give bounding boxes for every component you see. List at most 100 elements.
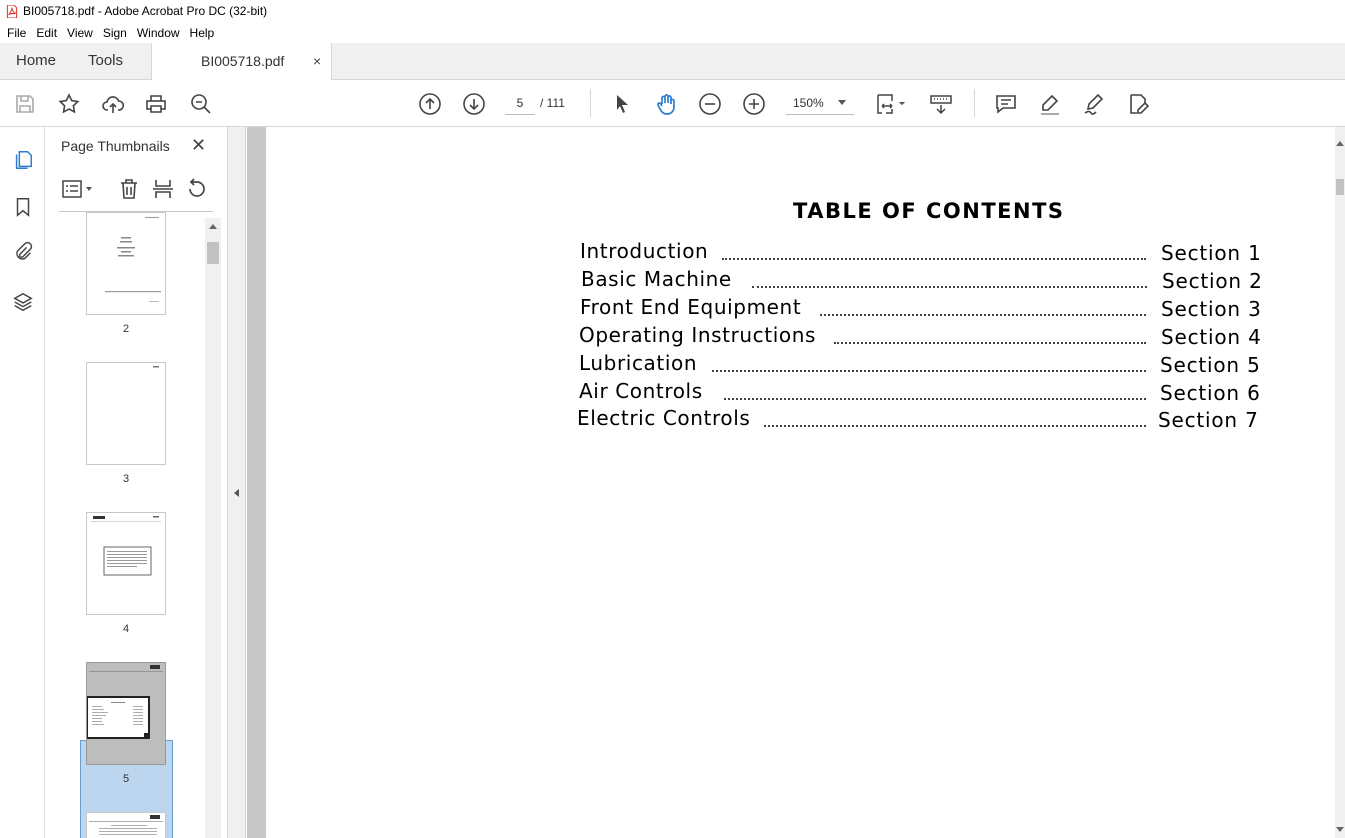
toc-entry-label: Introduction xyxy=(580,239,709,263)
toolbar xyxy=(0,80,1345,127)
toc-leader-dots xyxy=(764,425,1146,427)
thumbnail-options-icon[interactable] xyxy=(61,177,95,201)
thumbnail-page-6[interactable] xyxy=(86,812,166,838)
page-preview xyxy=(153,366,159,368)
keyboard-scroll-icon[interactable] xyxy=(928,91,954,117)
scroll-down-icon[interactable] xyxy=(1336,827,1344,832)
zoom-level-dropdown[interactable]: 150% xyxy=(786,91,854,115)
toc-entry-label: Operating Instructions xyxy=(579,323,817,347)
toc-entry[interactable]: Front End Equipment Section 3 xyxy=(266,295,1335,323)
page-preview xyxy=(91,516,161,576)
document-scrollbar[interactable] xyxy=(1335,127,1345,838)
navigation-rail xyxy=(0,127,45,838)
cloud-upload-icon[interactable] xyxy=(100,91,126,117)
comment-icon[interactable] xyxy=(993,91,1019,117)
toc-entry-section: Section 4 xyxy=(1161,325,1262,349)
print-icon[interactable] xyxy=(143,91,169,117)
toc-entry-label: Air Controls xyxy=(579,379,703,403)
extract-pages-icon[interactable] xyxy=(151,177,175,201)
menu-sign[interactable]: Sign xyxy=(98,26,132,40)
toc-leader-dots xyxy=(722,258,1146,260)
toc-leader-dots xyxy=(834,342,1146,344)
scroll-up-icon[interactable] xyxy=(1336,141,1344,146)
toc-entry[interactable]: Electric Controls Section 7 xyxy=(266,406,1335,434)
toc-entry-section: Section 7 xyxy=(1158,408,1259,432)
previous-page-icon[interactable] xyxy=(417,91,443,117)
highlight-pen-icon[interactable] xyxy=(1037,91,1063,117)
hand-tool-icon[interactable] xyxy=(653,91,679,117)
draw-sign-icon[interactable] xyxy=(1081,91,1107,117)
tab-document[interactable]: BI005718.pdf × xyxy=(151,43,332,80)
collapse-arrow-icon[interactable] xyxy=(234,489,239,497)
toc-entry[interactable]: Basic Machine Section 2 xyxy=(266,267,1335,295)
toolbar-divider xyxy=(974,89,975,117)
menu-edit[interactable]: Edit xyxy=(31,26,62,40)
page-thumbnails-panel: Page Thumbnails ✕ 2 3 4 5 xyxy=(45,127,228,838)
panel-collapse-splitter[interactable] xyxy=(228,127,246,838)
menu-help[interactable]: Help xyxy=(185,26,220,40)
page-fit-icon[interactable] xyxy=(873,91,909,117)
close-tab-icon[interactable]: × xyxy=(313,54,325,68)
thumbnail-page-4[interactable] xyxy=(86,512,166,615)
thumbnail-page-number: 4 xyxy=(122,623,130,635)
toolbar-divider xyxy=(590,89,591,117)
zoom-level-value: 150% xyxy=(793,96,824,110)
page-thumbnails-icon[interactable] xyxy=(10,147,36,173)
thumbnail-toolbar xyxy=(59,177,219,203)
save-icon[interactable] xyxy=(12,91,38,117)
scrollbar-thumb[interactable] xyxy=(207,242,219,264)
page-preview xyxy=(105,217,161,302)
toc-entry[interactable]: Introduction Section 1 xyxy=(266,239,1335,267)
zoom-out-icon[interactable] xyxy=(697,91,723,117)
toc-leader-dots xyxy=(820,314,1146,316)
delete-page-icon[interactable] xyxy=(117,177,141,201)
pdf-page: TABLE OF CONTENTS Introduction Section 1… xyxy=(266,127,1335,838)
layers-icon[interactable] xyxy=(10,289,36,315)
panel-title: Page Thumbnails xyxy=(61,138,170,154)
toc-entry-label: Front End Equipment xyxy=(580,295,802,319)
page-preview xyxy=(86,665,163,739)
thumbnail-list: 2 3 4 5 xyxy=(45,212,205,838)
fill-sign-icon[interactable] xyxy=(1125,91,1151,117)
menu-file[interactable]: File xyxy=(2,26,31,40)
page-number-input[interactable] xyxy=(505,91,535,115)
tab-tools[interactable]: Tools xyxy=(88,43,123,79)
toc-entry[interactable]: Operating Instructions Section 4 xyxy=(266,323,1335,351)
chevron-down-icon xyxy=(838,100,846,105)
rotate-page-icon[interactable] xyxy=(185,177,209,201)
thumbnail-page-5[interactable] xyxy=(86,662,166,765)
scroll-up-icon[interactable] xyxy=(209,224,217,229)
toc-entry-section: Section 5 xyxy=(1160,353,1261,377)
title-bar: BI005718.pdf - Adobe Acrobat Pro DC (32-… xyxy=(0,0,1345,22)
tab-home[interactable]: Home xyxy=(16,43,56,79)
thumbnail-page-2[interactable] xyxy=(86,212,166,315)
toc-entry[interactable]: Air Controls Section 6 xyxy=(266,379,1335,407)
close-panel-icon[interactable]: ✕ xyxy=(191,136,207,154)
toc-heading: TABLE OF CONTENTS xyxy=(793,199,1065,223)
next-page-icon[interactable] xyxy=(461,91,487,117)
zoom-search-icon[interactable] xyxy=(188,91,214,117)
toc-entry-section: Section 3 xyxy=(1161,297,1262,321)
attachment-icon[interactable] xyxy=(10,239,36,265)
toc-leader-dots xyxy=(752,286,1147,288)
toc-entry[interactable]: Lubrication Section 5 xyxy=(266,351,1335,379)
star-icon[interactable] xyxy=(56,91,82,117)
menu-bar: File Edit View Sign Window Help xyxy=(0,22,1345,43)
thumbnail-page-3[interactable] xyxy=(86,362,166,465)
pdf-file-icon xyxy=(6,4,18,18)
zoom-in-icon[interactable] xyxy=(741,91,767,117)
document-tab-label: BI005718.pdf xyxy=(201,53,285,69)
select-pointer-icon[interactable] xyxy=(609,91,635,117)
menu-window[interactable]: Window xyxy=(132,26,185,40)
thumbnail-page-number: 3 xyxy=(122,473,130,485)
toc-leader-dots xyxy=(724,398,1146,400)
menu-view[interactable]: View xyxy=(62,26,98,40)
scrollbar-thumb[interactable] xyxy=(1336,179,1344,195)
bookmark-icon[interactable] xyxy=(10,194,36,220)
thumbnail-scrollbar[interactable] xyxy=(205,218,221,838)
toc-entry-section: Section 6 xyxy=(1160,381,1261,405)
thumbnail-page-number: 5 xyxy=(122,773,130,785)
toc-entry-label: Basic Machine xyxy=(581,267,732,291)
toc-entry-label: Lubrication xyxy=(579,351,698,375)
toc-leader-dots xyxy=(712,370,1146,372)
